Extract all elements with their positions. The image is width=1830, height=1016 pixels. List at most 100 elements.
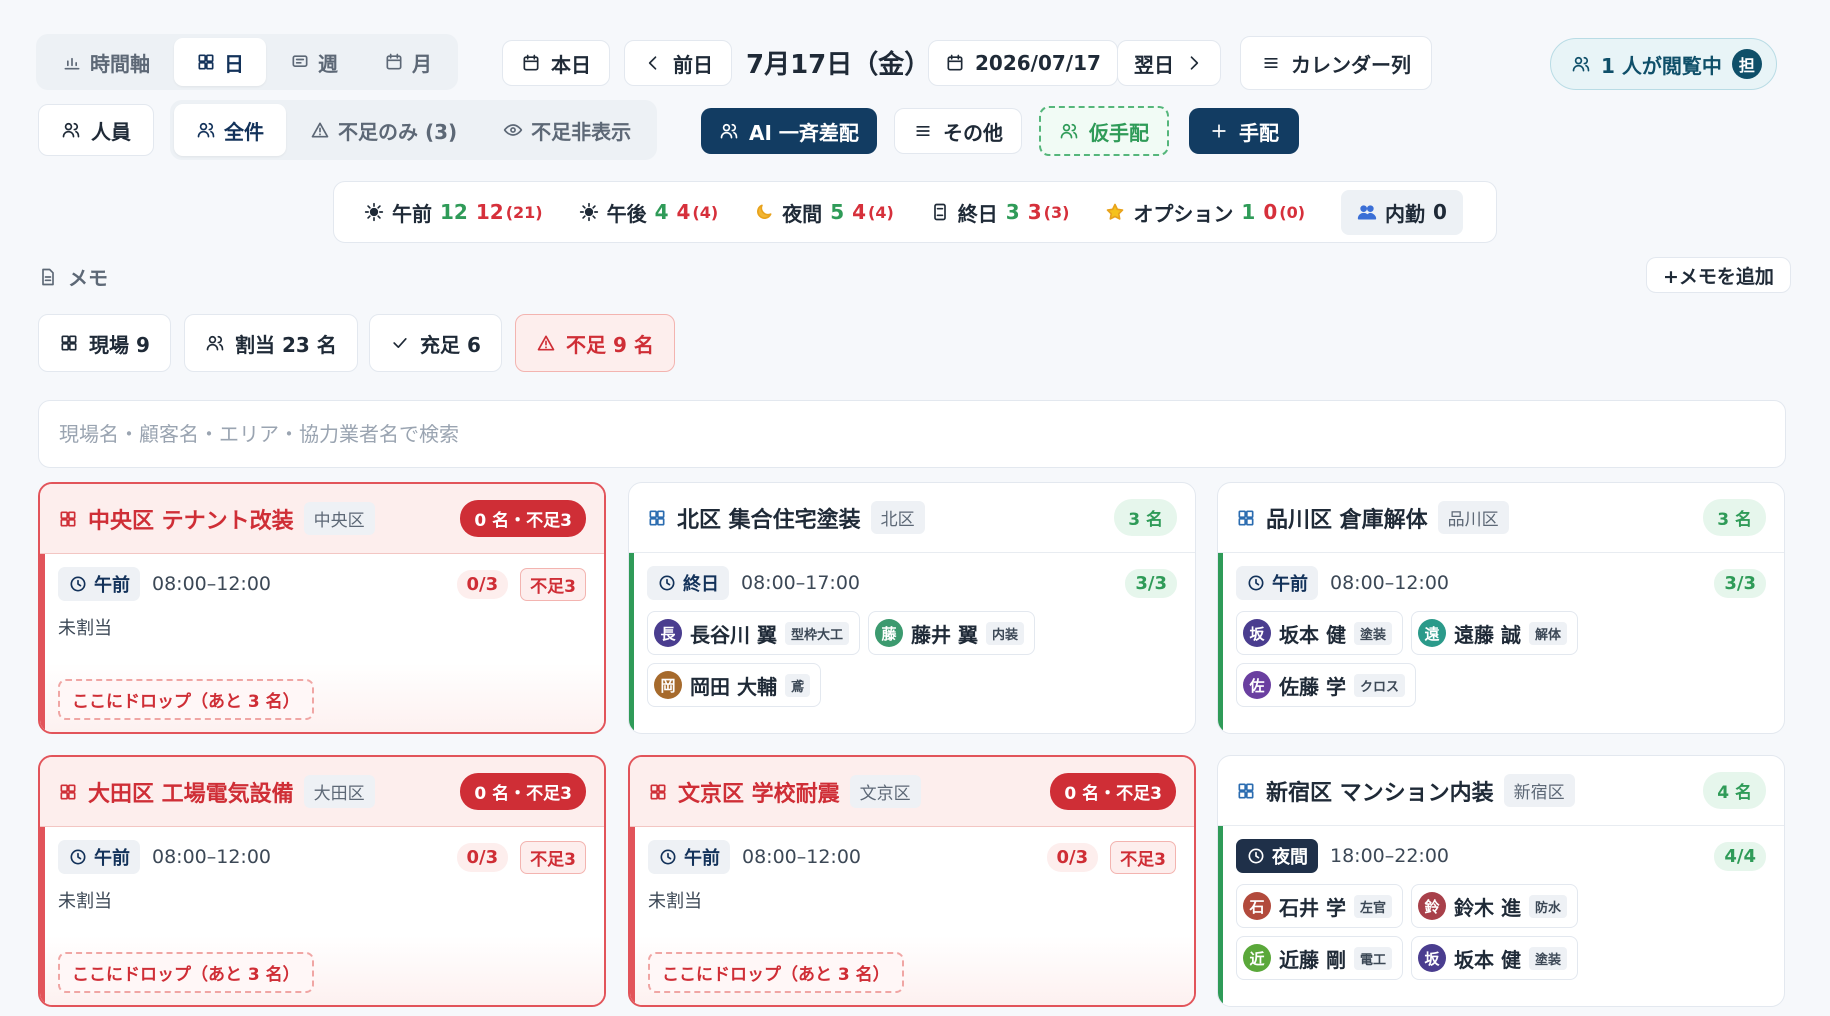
site-card[interactable]: 新宿区 マンション内装 新宿区 4 名夜間 18:00–22:00 4/4 石石井 学左官… — [1217, 755, 1785, 1007]
ai-assign-button[interactable]: AI 一斉差配 — [701, 108, 877, 154]
temp-assign-button[interactable]: 仮手配 — [1039, 106, 1169, 156]
next-day-button[interactable]: 翌日 — [1117, 40, 1221, 86]
calendar-columns-button[interactable]: カレンダー列 — [1240, 36, 1432, 90]
add-assign-button[interactable]: 手配 — [1189, 108, 1299, 154]
site-card-header: 大田区 工場電気設備 大田区 0 名・不足3 — [40, 757, 604, 827]
site-title[interactable]: 北区 集合住宅塗装 — [677, 502, 861, 534]
users-icon — [719, 121, 739, 141]
filter-tabs: 全件 不足のみ (3) 不足非表示 — [170, 100, 658, 160]
person-chip[interactable]: 鈴鈴木 進防水 — [1410, 884, 1578, 928]
person-chip[interactable]: 藤藤井 翼内装 — [867, 611, 1035, 655]
site-card-header: 品川区 倉庫解体 品川区 3 名 — [1218, 483, 1784, 553]
site-card[interactable]: 大田区 工場電気設備 大田区 0 名・不足3 午前 08:00–12:00 0/3 不足3 未… — [38, 755, 606, 1007]
role-tag: 塗装 — [1528, 946, 1567, 970]
area-tag: 北区 — [870, 501, 925, 534]
staff-count-badge: 4 名 — [1703, 772, 1766, 809]
avatar: 近 — [1243, 944, 1271, 972]
view-mode-week[interactable]: 週 — [268, 38, 360, 86]
person-chip[interactable]: 遠遠藤 誠解体 — [1410, 611, 1578, 655]
site-card[interactable]: 品川区 倉庫解体 品川区 3 名午前 08:00–12:00 3/3 坂坂本 健塗装遠遠藤… — [1217, 482, 1785, 734]
users-icon — [205, 333, 225, 353]
viewer-avatar: 担 — [1731, 49, 1762, 79]
site-card-header: 新宿区 マンション内装 新宿区 4 名 — [1218, 756, 1784, 826]
date-picker[interactable]: 2026/07/17 — [928, 40, 1118, 86]
summary-night: 夜間 5 4 (4) — [754, 198, 894, 227]
site-card-body: 午前 08:00–12:00 0/3 不足3 未割当 ここにドロップ（あと 3 名） — [40, 554, 604, 732]
person-chip[interactable]: 岡岡田 大輔鳶 — [647, 663, 821, 707]
tab-all[interactable]: 全件 — [174, 104, 286, 156]
memo-section: メモ — [38, 262, 108, 291]
stat-sites[interactable]: 現場 9 — [38, 314, 171, 372]
shortage-tag: 不足3 — [520, 840, 586, 874]
person-chip[interactable]: 近近藤 剛電工 — [1236, 936, 1403, 980]
drop-zone[interactable]: ここにドロップ（あと 3 名） — [648, 952, 904, 993]
person-name: 藤井 翼 — [910, 622, 978, 647]
avatar: 坂 — [1417, 944, 1446, 972]
clock-icon — [657, 573, 677, 593]
prev-day-button[interactable]: 前日 — [624, 40, 732, 86]
stat-assigned[interactable]: 割当 23 名 — [184, 314, 358, 372]
person-chip[interactable]: 坂坂本 健塗装 — [1410, 936, 1578, 980]
check-icon — [390, 333, 410, 353]
chevron-right-icon — [1184, 53, 1204, 73]
stat-shortage[interactable]: 不足 9 名 — [515, 314, 675, 372]
hourglass-icon — [930, 202, 950, 222]
warning-icon — [536, 333, 556, 353]
time-range: 08:00–12:00 — [152, 846, 272, 868]
add-memo-button[interactable]: +メモを追加 — [1646, 257, 1791, 293]
person-name: 鈴木 進 — [1453, 895, 1521, 920]
site-title[interactable]: 文京区 学校耐震 — [678, 776, 840, 808]
stat-filled[interactable]: 充足 6 — [369, 314, 502, 372]
person-chip[interactable]: 坂坂本 健塗装 — [1236, 611, 1403, 655]
tab-hide-shortage[interactable]: 不足非表示 — [481, 104, 653, 156]
person-name: 長谷川 翼 — [690, 622, 777, 647]
site-card[interactable]: 文京区 学校耐震 文京区 0 名・不足3 午前 08:00–12:00 0/3 不足3 未割当… — [628, 755, 1196, 1007]
site-title[interactable]: 中央区 テナント改装 — [88, 503, 294, 535]
person-chip[interactable]: 長長谷川 翼型枠大工 — [647, 611, 860, 655]
site-card[interactable]: 北区 集合住宅塗装 北区 3 名終日 08:00–17:00 3/3 長長谷川 翼型枠大工… — [628, 482, 1196, 734]
drop-zone[interactable]: ここにドロップ（あと 3 名） — [58, 679, 314, 720]
shift-summary-bar: 午前 12 12 (21) 午後 4 4 (4) 夜間 5 4 (4) 終日 3 3(… — [333, 181, 1497, 243]
search-input[interactable] — [59, 422, 1765, 446]
time-slot-row: 午前 08:00–12:00 3/3 — [1236, 565, 1766, 601]
person-chip[interactable]: 石石井 学左官 — [1236, 884, 1403, 928]
time-slot-chip: 午前 — [58, 567, 140, 601]
people-icon — [1357, 202, 1377, 222]
view-mode-day[interactable]: 日 — [174, 38, 266, 86]
other-menu-button[interactable]: その他 — [894, 108, 1022, 154]
staff-button[interactable]: 人員 — [38, 104, 154, 156]
view-mode-month[interactable]: 月 — [362, 38, 454, 86]
assigned-people: 長長谷川 翼型枠大工藤藤井 翼内装岡岡田 大輔鳶 — [647, 611, 1077, 707]
today-button[interactable]: 本日 — [502, 40, 610, 86]
plus-icon — [1209, 121, 1229, 141]
grid-icon — [647, 508, 667, 528]
status-bar — [40, 554, 45, 732]
unassigned-label: 未割当 — [58, 891, 112, 912]
clock-icon — [68, 847, 88, 867]
status-bar — [1218, 553, 1223, 733]
site-title[interactable]: 大田区 工場電気設備 — [88, 776, 294, 808]
clock-icon — [1246, 846, 1266, 866]
staff-count-badge: 0 名・不足3 — [1050, 773, 1176, 810]
site-title[interactable]: 品川区 倉庫解体 — [1266, 502, 1428, 534]
time-range: 08:00–12:00 — [1330, 572, 1450, 594]
shortage-tag: 不足3 — [1110, 840, 1176, 874]
site-title[interactable]: 新宿区 マンション内装 — [1266, 775, 1494, 807]
grid-icon — [1236, 781, 1256, 801]
time-slot-chip: 終日 — [647, 566, 729, 600]
time-slot-row: 夜間 18:00–22:00 4/4 — [1236, 838, 1766, 874]
time-slot-row: 終日 08:00–17:00 3/3 — [647, 565, 1177, 601]
time-slot-chip: 午前 — [58, 840, 140, 874]
person-chip[interactable]: 佐佐藤 学クロス — [1236, 663, 1416, 707]
tab-shortage-only[interactable]: 不足のみ (3) — [288, 104, 479, 156]
shortage-tag: 不足3 — [520, 567, 586, 601]
sun-icon — [364, 202, 384, 222]
unassigned-label: 未割当 — [648, 891, 702, 912]
drop-zone[interactable]: ここにドロップ（あと 3 名） — [58, 952, 314, 993]
site-card[interactable]: 中央区 テナント改装 中央区 0 名・不足3 午前 08:00–12:00 0/3 不足3 未… — [38, 482, 606, 734]
users-icon — [1571, 54, 1591, 74]
role-tag: 内装 — [985, 621, 1024, 645]
view-mode-timeline[interactable]: 時間軸 — [40, 38, 172, 86]
staff-count-badge: 3 名 — [1703, 499, 1766, 536]
menu-icon — [913, 121, 933, 141]
